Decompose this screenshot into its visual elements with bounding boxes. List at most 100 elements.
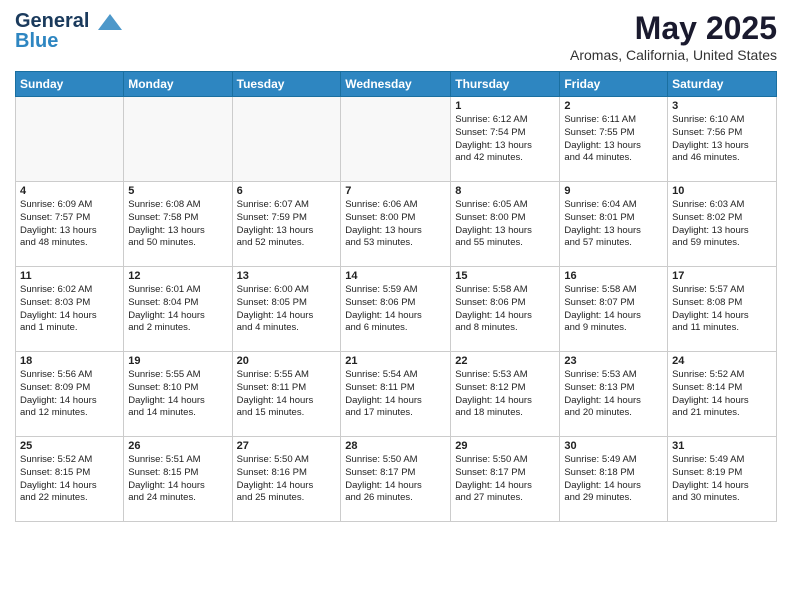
calendar-cell: 25 Sunrise: 5:52 AM Sunset: 8:15 PM Dayli… xyxy=(16,437,124,522)
day-number: 3 xyxy=(672,100,772,112)
day-number: 5 xyxy=(128,185,227,197)
day-info: Sunrise: 6:04 AM Sunset: 8:01 PM Dayligh… xyxy=(564,199,663,250)
calendar-cell: 19Sunrise: 5:55 AM Sunset: 8:10 PM Dayli… xyxy=(124,352,232,437)
calendar-cell: 29Sunrise: 5:50 AM Sunset: 8:17 PM Dayli… xyxy=(451,437,560,522)
calendar-table: SundayMondayTuesdayWednesdayThursdayFrid… xyxy=(15,71,777,522)
calendar-cell: 31Sunrise: 5:49 AM Sunset: 8:19 PM Dayli… xyxy=(668,437,777,522)
calendar-cell: 5 Sunrise: 6:08 AM Sunset: 7:58 PM Daylig… xyxy=(124,182,232,267)
day-number: 8 xyxy=(455,185,555,197)
day-number: 13 xyxy=(237,270,337,282)
calendar-cell: 17 Sunrise: 5:57 AM Sunset: 8:08 PM Dayli… xyxy=(668,267,777,352)
day-info: Sunrise: 5:50 AM Sunset: 8:17 PM Dayligh… xyxy=(345,454,446,505)
day-info: Sunrise: 5:56 AM Sunset: 8:09 PM Dayligh… xyxy=(20,369,119,420)
day-info: Sunrise: 6:12 AM Sunset: 7:54 PM Dayligh… xyxy=(455,114,555,165)
day-number: 23 xyxy=(564,355,663,367)
day-info: Sunrise: 6:06 AM Sunset: 8:00 PM Dayligh… xyxy=(345,199,446,250)
day-number: 2 xyxy=(564,100,663,112)
day-info: Sunrise: 6:11 AM Sunset: 7:55 PM Dayligh… xyxy=(564,114,663,165)
day-number: 24 xyxy=(672,355,772,367)
day-number: 20 xyxy=(237,355,337,367)
day-info: Sunrise: 5:58 AM Sunset: 8:06 PM Dayligh… xyxy=(455,284,555,335)
day-info: Sunrise: 6:07 AM Sunset: 7:59 PM Dayligh… xyxy=(237,199,337,250)
calendar-cell xyxy=(16,97,124,182)
week-row-5: 25 Sunrise: 5:52 AM Sunset: 8:15 PM Dayli… xyxy=(16,437,777,522)
page-header: General Blue May 2025 Aromas, California… xyxy=(15,10,777,63)
day-info: Sunrise: 5:49 AM Sunset: 8:18 PM Dayligh… xyxy=(564,454,663,505)
day-info: Sunrise: 5:54 AM Sunset: 8:11 PM Dayligh… xyxy=(345,369,446,420)
week-row-1: 1 Sunrise: 6:12 AM Sunset: 7:54 PM Daylig… xyxy=(16,97,777,182)
day-info: Sunrise: 6:08 AM Sunset: 7:58 PM Dayligh… xyxy=(128,199,227,250)
day-info: Sunrise: 5:52 AM Sunset: 8:15 PM Dayligh… xyxy=(20,454,119,505)
calendar-cell: 15 Sunrise: 5:58 AM Sunset: 8:06 PM Dayli… xyxy=(451,267,560,352)
calendar-cell: 22 Sunrise: 5:53 AM Sunset: 8:12 PM Dayli… xyxy=(451,352,560,437)
calendar-cell: 26 Sunrise: 5:51 AM Sunset: 8:15 PM Dayli… xyxy=(124,437,232,522)
day-info: Sunrise: 5:53 AM Sunset: 8:12 PM Dayligh… xyxy=(455,369,555,420)
calendar-cell: 2 Sunrise: 6:11 AM Sunset: 7:55 PM Daylig… xyxy=(560,97,668,182)
calendar-cell: 13 Sunrise: 6:00 AM Sunset: 8:05 PM Dayli… xyxy=(232,267,341,352)
calendar-header-row: SundayMondayTuesdayWednesdayThursdayFrid… xyxy=(16,72,777,97)
page-subtitle: Aromas, California, United States xyxy=(570,47,777,63)
calendar-cell: 23 Sunrise: 5:53 AM Sunset: 8:13 PM Dayli… xyxy=(560,352,668,437)
calendar-cell: 9 Sunrise: 6:04 AM Sunset: 8:01 PM Daylig… xyxy=(560,182,668,267)
day-info: Sunrise: 6:09 AM Sunset: 7:57 PM Dayligh… xyxy=(20,199,119,250)
calendar-cell: 4 Sunrise: 6:09 AM Sunset: 7:57 PM Daylig… xyxy=(16,182,124,267)
day-header-sunday: Sunday xyxy=(16,72,124,97)
logo: General Blue xyxy=(15,10,123,53)
day-number: 9 xyxy=(564,185,663,197)
day-number: 28 xyxy=(345,440,446,452)
calendar-cell: 6 Sunrise: 6:07 AM Sunset: 7:59 PM Daylig… xyxy=(232,182,341,267)
day-info: Sunrise: 6:05 AM Sunset: 8:00 PM Dayligh… xyxy=(455,199,555,250)
day-number: 19 xyxy=(128,355,227,367)
day-number: 21 xyxy=(345,355,446,367)
day-info: Sunrise: 5:58 AM Sunset: 8:07 PM Dayligh… xyxy=(564,284,663,335)
day-info: Sunrise: 6:01 AM Sunset: 8:04 PM Dayligh… xyxy=(128,284,227,335)
day-number: 30 xyxy=(564,440,663,452)
calendar-cell: 24 Sunrise: 5:52 AM Sunset: 8:14 PM Dayli… xyxy=(668,352,777,437)
calendar-cell: 7 Sunrise: 6:06 AM Sunset: 8:00 PM Daylig… xyxy=(341,182,451,267)
day-number: 25 xyxy=(20,440,119,452)
logo-general: General xyxy=(15,10,89,32)
day-number: 4 xyxy=(20,185,119,197)
day-header-wednesday: Wednesday xyxy=(341,72,451,97)
day-number: 27 xyxy=(237,440,337,452)
day-info: Sunrise: 6:02 AM Sunset: 8:03 PM Dayligh… xyxy=(20,284,119,335)
day-header-saturday: Saturday xyxy=(668,72,777,97)
day-header-tuesday: Tuesday xyxy=(232,72,341,97)
day-number: 22 xyxy=(455,355,555,367)
day-header-monday: Monday xyxy=(124,72,232,97)
day-info: Sunrise: 5:49 AM Sunset: 8:19 PM Dayligh… xyxy=(672,454,772,505)
day-number: 10 xyxy=(672,185,772,197)
day-info: Sunrise: 6:10 AM Sunset: 7:56 PM Dayligh… xyxy=(672,114,772,165)
logo-blue: Blue xyxy=(15,30,58,53)
day-number: 29 xyxy=(455,440,555,452)
week-row-4: 18Sunrise: 5:56 AM Sunset: 8:09 PM Dayli… xyxy=(16,352,777,437)
calendar-cell: 16Sunrise: 5:58 AM Sunset: 8:07 PM Dayli… xyxy=(560,267,668,352)
day-info: Sunrise: 5:57 AM Sunset: 8:08 PM Dayligh… xyxy=(672,284,772,335)
day-number: 26 xyxy=(128,440,227,452)
day-info: Sunrise: 5:50 AM Sunset: 8:16 PM Dayligh… xyxy=(237,454,337,505)
day-number: 1 xyxy=(455,100,555,112)
day-header-friday: Friday xyxy=(560,72,668,97)
day-header-thursday: Thursday xyxy=(451,72,560,97)
day-info: Sunrise: 5:55 AM Sunset: 8:11 PM Dayligh… xyxy=(237,369,337,420)
day-number: 7 xyxy=(345,185,446,197)
calendar-cell: 18Sunrise: 5:56 AM Sunset: 8:09 PM Dayli… xyxy=(16,352,124,437)
day-info: Sunrise: 5:51 AM Sunset: 8:15 PM Dayligh… xyxy=(128,454,227,505)
calendar-cell: 27 Sunrise: 5:50 AM Sunset: 8:16 PM Dayli… xyxy=(232,437,341,522)
calendar-cell: 1 Sunrise: 6:12 AM Sunset: 7:54 PM Daylig… xyxy=(451,97,560,182)
day-number: 14 xyxy=(345,270,446,282)
week-row-3: 11Sunrise: 6:02 AM Sunset: 8:03 PM Dayli… xyxy=(16,267,777,352)
calendar-cell xyxy=(124,97,232,182)
calendar-cell: 11Sunrise: 6:02 AM Sunset: 8:03 PM Dayli… xyxy=(16,267,124,352)
day-info: Sunrise: 5:59 AM Sunset: 8:06 PM Dayligh… xyxy=(345,284,446,335)
day-number: 6 xyxy=(237,185,337,197)
day-number: 12 xyxy=(128,270,227,282)
day-number: 15 xyxy=(455,270,555,282)
day-info: Sunrise: 6:00 AM Sunset: 8:05 PM Dayligh… xyxy=(237,284,337,335)
day-number: 17 xyxy=(672,270,772,282)
calendar-cell: 10Sunrise: 6:03 AM Sunset: 8:02 PM Dayli… xyxy=(668,182,777,267)
week-row-2: 4 Sunrise: 6:09 AM Sunset: 7:57 PM Daylig… xyxy=(16,182,777,267)
day-info: Sunrise: 5:52 AM Sunset: 8:14 PM Dayligh… xyxy=(672,369,772,420)
title-block: May 2025 Aromas, California, United Stat… xyxy=(570,10,777,63)
day-info: Sunrise: 5:53 AM Sunset: 8:13 PM Dayligh… xyxy=(564,369,663,420)
